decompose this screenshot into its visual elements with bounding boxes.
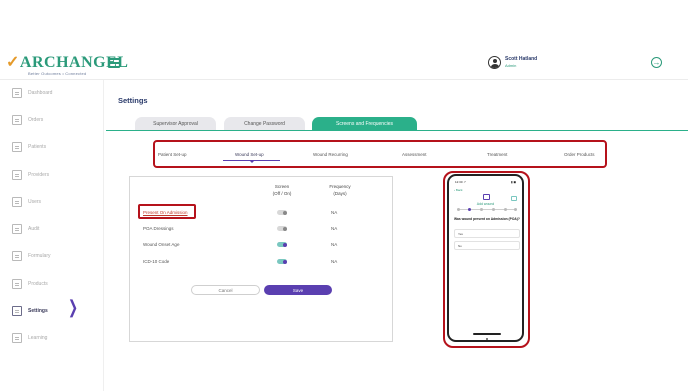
sidebar-item-products[interactable]: Products bbox=[12, 277, 48, 291]
subnav-treatment[interactable]: Treatment bbox=[487, 152, 507, 157]
chevron-right-icon[interactable]: ❯ bbox=[68, 298, 78, 316]
sidebar-item-providers[interactable]: Providers bbox=[12, 168, 49, 182]
app-window: ✓ARCHANGEL Better Outcomes • Connected S… bbox=[0, 0, 688, 391]
phone-step-progress bbox=[457, 208, 517, 211]
subnav-patient-setup[interactable]: Patient Set-up bbox=[158, 152, 187, 157]
learning-icon bbox=[12, 333, 22, 343]
sidebar-item-label: Orders bbox=[28, 117, 44, 123]
subnav-wound-setup[interactable]: Wound Set-up bbox=[235, 152, 264, 157]
freq-icd10-code: NA bbox=[331, 259, 338, 264]
sidebar-item-label: Dashboard bbox=[28, 90, 53, 96]
toggle-present-on-admission[interactable] bbox=[277, 210, 287, 215]
phone-back-link[interactable]: ‹ Back bbox=[454, 188, 463, 192]
col-header-frequency-title: Frequency bbox=[329, 184, 351, 189]
logout-arrow-icon[interactable]: → bbox=[651, 57, 662, 68]
row-label-present-on-admission[interactable]: Present On Admission bbox=[143, 210, 188, 215]
formulary-icon bbox=[12, 251, 22, 261]
sidebar-item-users[interactable]: Users bbox=[12, 195, 41, 209]
page-title: Settings bbox=[118, 96, 148, 105]
sidebar-item-label: Formulary bbox=[28, 253, 51, 259]
sidebar-item-dashboard[interactable]: Dashboard bbox=[12, 86, 52, 100]
user-name: Scott Hatland bbox=[505, 56, 538, 62]
subnav-assessment[interactable]: Assessment bbox=[402, 152, 427, 157]
phone-dot-indicator bbox=[486, 338, 488, 340]
save-button[interactable]: Save bbox=[264, 285, 332, 295]
sidebar-item-label: Users bbox=[28, 199, 42, 205]
col-header-screen: Screen (Off / On) bbox=[262, 183, 302, 197]
row-label-poa-dressings: POA Dressings bbox=[143, 226, 174, 231]
col-header-frequency: Frequency (Days) bbox=[320, 183, 360, 197]
sidebar-item-patients[interactable]: Patients bbox=[12, 140, 46, 154]
subnav-wound-recurring[interactable]: Wound Recurring bbox=[313, 152, 348, 157]
user-profile[interactable]: Scott Hatland Admin bbox=[488, 56, 537, 69]
phone-screen-title: Add wound bbox=[476, 202, 495, 206]
phone-status-battery-icon: ▮ ◼ bbox=[511, 180, 516, 184]
screen-settings-panel: Screen (Off / On) Frequency (Days) Prese… bbox=[129, 176, 393, 342]
toggle-wound-onset-age[interactable] bbox=[277, 242, 287, 247]
row-label-wound-onset-age: Wound Onset Age bbox=[143, 242, 180, 247]
sidebar-item-label: Providers bbox=[28, 172, 50, 178]
camera-icon bbox=[511, 196, 517, 201]
sidebar: Dashboard Orders Patients Providers User… bbox=[0, 80, 104, 391]
toggle-icd10-code[interactable] bbox=[277, 259, 287, 264]
row-label-icd10-code: ICD-10 Code bbox=[143, 259, 170, 264]
toggle-poa-dressings[interactable] bbox=[277, 226, 287, 231]
providers-icon bbox=[12, 170, 22, 180]
col-header-frequency-sub: (Days) bbox=[333, 191, 347, 197]
sidebar-item-label: Settings bbox=[28, 308, 48, 314]
sidebar-item-settings[interactable]: Settings bbox=[12, 304, 48, 318]
sidebar-item-audit[interactable]: Audit bbox=[12, 222, 39, 236]
screen-subnav: Patient Set-up Wound Set-up Wound Recurr… bbox=[153, 140, 607, 168]
user-avatar-icon bbox=[488, 56, 501, 69]
tabbar-divider bbox=[106, 130, 688, 131]
tab-change-password[interactable]: Change Password bbox=[224, 117, 305, 131]
sidebar-item-learning[interactable]: Learning bbox=[12, 331, 47, 345]
sidebar-item-orders[interactable]: Orders bbox=[12, 113, 43, 127]
menu-icon[interactable] bbox=[108, 58, 120, 68]
tab-supervisor-approval[interactable]: Supervisor Approval bbox=[135, 117, 216, 131]
phone-status-time: 12:30 ↗ bbox=[455, 180, 466, 184]
sidebar-item-label: Patients bbox=[28, 144, 47, 150]
user-role: Admin bbox=[505, 63, 517, 68]
products-icon bbox=[12, 279, 22, 289]
audit-icon bbox=[12, 224, 22, 234]
phone-home-indicator bbox=[473, 333, 501, 335]
phone-option-yes[interactable]: Yes bbox=[454, 229, 520, 238]
users-icon bbox=[12, 197, 22, 207]
col-header-screen-title: Screen bbox=[274, 184, 290, 189]
phone-preview: 12:30 ↗ ▮ ◼ ‹ Back Add wound Was wound p… bbox=[447, 174, 524, 342]
orders-icon bbox=[12, 115, 22, 125]
sidebar-item-label: Audit bbox=[28, 226, 40, 232]
active-subnav-pointer-icon bbox=[249, 160, 255, 163]
freq-poa-dressings: NA bbox=[331, 226, 338, 231]
sidebar-item-label: Learning bbox=[28, 335, 48, 341]
tab-screens-and-frequencies[interactable]: Screens and Frequencies bbox=[312, 117, 417, 131]
sidebar-item-formulary[interactable]: Formulary bbox=[12, 249, 51, 263]
col-header-screen-sub: (Off / On) bbox=[272, 191, 292, 197]
freq-present-on-admission: NA bbox=[331, 210, 338, 215]
dashboard-icon bbox=[12, 88, 22, 98]
cancel-button[interactable]: Cancel bbox=[191, 285, 260, 295]
wound-clipboard-icon bbox=[483, 194, 490, 200]
phone-question: Was wound present on Admission (POA)? bbox=[454, 217, 520, 221]
phone-option-no[interactable]: No bbox=[454, 241, 520, 250]
settings-gear-icon bbox=[12, 306, 22, 316]
freq-wound-onset-age: NA bbox=[331, 242, 338, 247]
header: ✓ARCHANGEL Better Outcomes • Connected S… bbox=[0, 0, 688, 80]
sidebar-item-label: Products bbox=[28, 281, 48, 287]
subnav-order-products[interactable]: Order Products bbox=[564, 152, 595, 157]
patients-icon bbox=[12, 142, 22, 152]
